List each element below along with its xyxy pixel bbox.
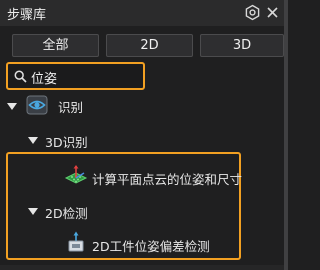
panel-titlebar: 步骤库 <box>0 0 288 26</box>
filter-3d-button[interactable]: 3D <box>200 34 284 57</box>
scrollbar[interactable] <box>284 0 288 270</box>
filter-2d-button[interactable]: 2D <box>106 34 193 57</box>
plane-cloud-icon <box>64 165 88 184</box>
tree-item-recognition[interactable]: 识别 <box>58 97 83 116</box>
pose-deviation-icon <box>68 231 84 252</box>
settings-icon[interactable] <box>244 4 261 21</box>
search-value: 位姿 <box>31 72 58 87</box>
search-icon <box>14 70 27 83</box>
step-compute-plane-pose-size[interactable]: 计算平面点云的位姿和尺寸 <box>92 169 242 188</box>
tree-group-3d-recognition[interactable]: 3D识别 <box>45 132 88 151</box>
eye-icon <box>26 95 48 115</box>
filter-all-button[interactable]: 全部 <box>12 34 99 57</box>
tree-group-2d-detection[interactable]: 2D检测 <box>45 203 88 222</box>
search-input[interactable]: 位姿 <box>6 62 145 90</box>
expand-arrow-icon[interactable] <box>28 137 38 144</box>
close-icon[interactable] <box>264 4 281 21</box>
panel-title: 步骤库 <box>7 8 47 23</box>
expand-arrow-icon[interactable] <box>28 208 38 215</box>
step-2d-workpiece-pose-deviation[interactable]: 2D工件位姿偏差检测 <box>92 236 210 255</box>
expand-arrow-icon[interactable] <box>7 103 17 110</box>
list-bottom-edge <box>0 265 284 270</box>
